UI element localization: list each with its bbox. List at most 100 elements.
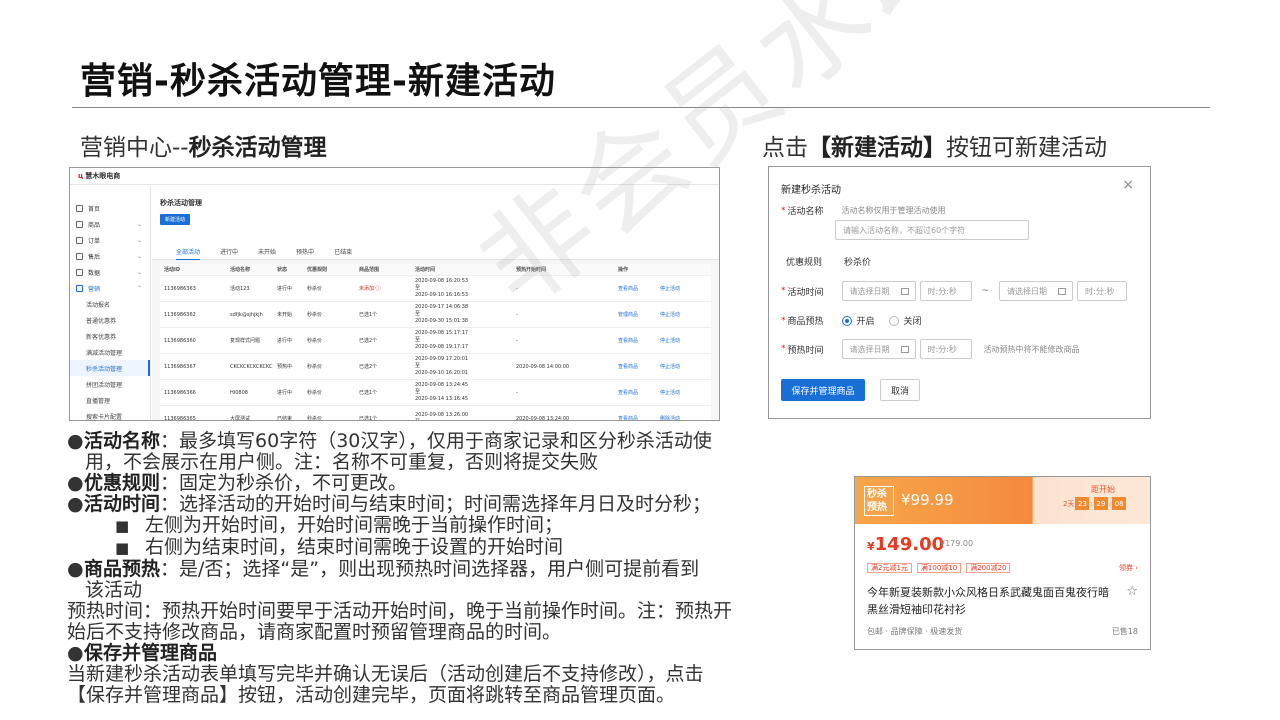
- end-date-picker[interactable]: 请选择日期: [999, 281, 1074, 301]
- radio-off[interactable]: [888, 315, 899, 326]
- sidebar-item-label: 订单: [88, 237, 101, 245]
- radio-on[interactable]: [841, 315, 852, 326]
- desc-sub-start: ■ 左侧为开始时间，开始时间需晚于当前操作时间；: [67, 515, 827, 537]
- cell-scope: 已选1个: [359, 312, 378, 318]
- desc-save-2: 【保存并管理商品】按钮，活动创建完毕，页面将跳转至商品管理页面。: [67, 684, 676, 706]
- chevron-down-icon: ⌄: [136, 268, 142, 276]
- sidebar-item-marketing[interactable]: 营销 ⌃: [70, 280, 150, 296]
- row-action-stop[interactable]: 停止活动: [656, 285, 696, 292]
- submenu-item[interactable]: 活动报名: [70, 296, 150, 312]
- cell-preheat-time: -: [516, 337, 518, 344]
- sidebar-item-data[interactable]: 数据 ⌄: [70, 264, 150, 280]
- tab-preheating[interactable]: 预热中: [296, 244, 314, 259]
- tab-ongoing[interactable]: 进行中: [220, 244, 238, 259]
- service-tags: 包邮 · 品牌保障 · 极速发货: [867, 627, 963, 636]
- column-header: 优惠规则: [307, 267, 328, 273]
- desc-text: ：最多填写60字符（30汉字），仅用于商家记录和区分秒杀活动使: [160, 430, 712, 452]
- desc-item-name: ●活动名称：最多填写60字符（30汉字），仅用于商家记录和区分秒杀活动使: [67, 431, 827, 452]
- cell-activity-name: 活动123: [230, 286, 250, 292]
- section-right-bold: 【新建活动】: [808, 135, 946, 161]
- coupon-tag[interactable]: 满2元减1元: [867, 563, 912, 573]
- submenu-item[interactable]: 普通优惠券: [70, 312, 150, 328]
- cell-rule: 秒杀价: [307, 312, 323, 318]
- order-icon: [76, 236, 83, 244]
- tab-upcoming[interactable]: 未开始: [258, 244, 276, 259]
- rule-row: 优惠规则 秒杀价: [781, 255, 871, 268]
- start-time-picker[interactable]: 时:分:秒: [919, 281, 972, 301]
- row-action-stop[interactable]: 停止活动: [656, 337, 696, 344]
- radio-off-label: 关闭: [903, 317, 922, 327]
- submenu-item[interactable]: 拼团活动管理: [70, 376, 150, 392]
- row-action-goods[interactable]: 查看商品: [614, 337, 656, 344]
- required-mark: *: [781, 286, 786, 296]
- desc-cont: 该活动: [85, 579, 143, 601]
- submenu-item-seckill[interactable]: 秒杀活动管理: [70, 360, 150, 376]
- submenu-item[interactable]: 新客优惠券: [70, 328, 150, 344]
- page-title: 营销-秒杀活动管理-新建活动: [80, 61, 556, 102]
- column-header: 状态: [277, 267, 288, 273]
- sidebar-item-home[interactable]: 首页: [70, 200, 150, 216]
- preheat-label: 商品预热: [787, 317, 824, 327]
- favorite-star-icon[interactable]: ☆: [1126, 584, 1138, 599]
- cancel-button[interactable]: 取消: [880, 379, 920, 401]
- desc-text: 右侧为结束时间，结束时间需晚于设置的开始时间: [145, 536, 564, 558]
- save-and-manage-button[interactable]: 保存并管理商品: [781, 379, 865, 401]
- desc-item-rule: ●优惠规则：固定为秒杀价，不可更改。: [67, 473, 827, 494]
- sidebar-item-aftersale[interactable]: 售后 ⌄: [70, 248, 150, 264]
- tab-all[interactable]: 全部活动: [176, 244, 201, 260]
- sidebar-item-label: 商品: [88, 221, 101, 229]
- seckill-preheat-badge: 秒杀预热: [864, 486, 894, 516]
- row-action-stop[interactable]: 停止活动: [656, 363, 696, 370]
- coupon-tag[interactable]: 满100减10: [916, 563, 962, 573]
- row-action-stop[interactable]: 删除活动: [656, 415, 696, 420]
- cell-scope: 已选1个: [359, 390, 378, 396]
- start-date-picker[interactable]: 请选择日期: [841, 281, 916, 301]
- cell-activity-id: 1136986367: [164, 363, 196, 370]
- desc-save-1: 当新建秒杀活动表单填写完毕并确认无误后（活动创建后不支持修改），点击: [67, 663, 704, 685]
- new-activity-button[interactable]: 新建活动: [160, 214, 191, 225]
- section-heading-right: 点击【新建活动】按钮可新建活动: [762, 128, 1107, 162]
- required-mark: *: [781, 315, 786, 326]
- chart-icon: [76, 268, 83, 276]
- cell-rule: 秒杀价: [307, 390, 323, 396]
- preheat-date-picker[interactable]: 请选择日期: [841, 339, 916, 359]
- date-placeholder: 请选择日期: [1007, 286, 1048, 296]
- cell-activity-id: 1136986363: [164, 285, 196, 292]
- preheat-time-row: * 预热时间 请选择日期 时:分:秒 活动预热中将不能修改商品: [781, 339, 1080, 359]
- sidebar-item-orders[interactable]: 订单 ⌄: [70, 232, 150, 248]
- row-action-goods[interactable]: 查看商品: [614, 363, 656, 370]
- desc-bold: 保存并管理商品: [84, 642, 218, 664]
- row-action-goods[interactable]: 管理商品: [614, 311, 656, 318]
- desc-item-preheat: ●商品预热：是/否；选择“是”，则出现预热时间选择器，用户侧可提前看到: [67, 559, 827, 580]
- coupon-tag[interactable]: 满200减20: [966, 563, 1011, 573]
- close-icon[interactable]: ×: [1122, 177, 1134, 193]
- row-action-goods[interactable]: 查看商品: [614, 389, 656, 396]
- time-line: 2020-09-30 15:01:38: [415, 318, 469, 324]
- tab-ended[interactable]: 已结束: [334, 244, 352, 259]
- cell-activity-time: 2020-09-17 14:06:38 至 2020-09-30 15:01:38: [411, 304, 512, 325]
- time-line: 至: [415, 363, 421, 369]
- sidebar-item-goods[interactable]: 商品 ⌄: [70, 216, 150, 232]
- row-action-goods[interactable]: 查看商品: [614, 415, 656, 420]
- table-row: 1136986365 大屏测试 已结束 秒杀价 已选1个 2020-09-08 13:26…: [160, 406, 711, 421]
- end-time-picker[interactable]: 时:分:秒: [1077, 281, 1128, 301]
- row-action-stop[interactable]: 停止活动: [656, 311, 696, 318]
- submenu-item[interactable]: 搜索卡片配置: [70, 408, 150, 421]
- preheat-time-label: 预热时间: [787, 345, 824, 356]
- cell-activity-id: 1136986365: [164, 415, 196, 421]
- get-coupon-link[interactable]: 领券 ›: [1119, 563, 1138, 573]
- submenu-item[interactable]: 满减活动管理: [70, 344, 150, 360]
- cell-activity-name: 大屏测试: [230, 416, 251, 420]
- currency-symbol: ¥: [867, 540, 875, 553]
- preheat-time-picker[interactable]: 时:分:秒: [919, 339, 972, 359]
- row-action-stop[interactable]: 停止活动: [656, 389, 696, 396]
- chevron-up-icon: ⌃: [136, 284, 142, 292]
- chevron-down-icon: ⌄: [136, 220, 142, 228]
- row-action-goods[interactable]: 查看商品: [614, 285, 656, 292]
- column-header: 商品范围: [359, 267, 380, 273]
- desc-bold: 优惠规则: [84, 472, 161, 494]
- activity-name-input[interactable]: 请输入活动名称，不超过60个字符: [835, 220, 1029, 240]
- submenu-item[interactable]: 直播管理: [70, 392, 150, 408]
- name-label: 活动名称: [787, 207, 824, 217]
- cell-activity-name: CKCKCKCKCKCKCKCKCKCKCKCKCKCKCKCKCKCKCKCK…: [230, 363, 273, 370]
